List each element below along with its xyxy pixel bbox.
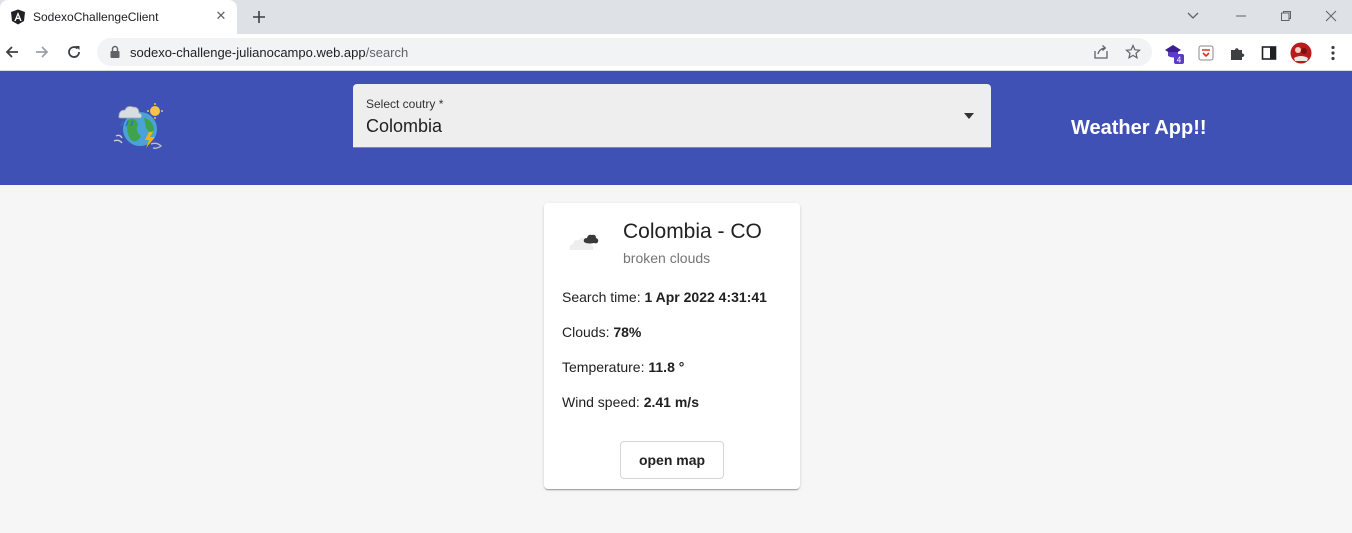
share-icon[interactable] xyxy=(1092,43,1110,61)
app-header: Select coutry * Colombia Weather App!! xyxy=(0,71,1352,185)
profile-avatar-icon[interactable] xyxy=(1290,42,1312,64)
search-time-value: 1 Apr 2022 4:31:41 xyxy=(644,289,767,305)
clouds-value: 78% xyxy=(613,324,642,340)
tab-search-icon[interactable] xyxy=(1183,6,1203,26)
restore-icon[interactable] xyxy=(1276,6,1296,26)
url-text: sodexo-challenge-julianocampo.web.app/se… xyxy=(130,45,409,60)
wind-speed-label: Wind speed: xyxy=(562,394,640,410)
lock-icon[interactable] xyxy=(109,45,121,59)
open-map-button[interactable]: open map xyxy=(620,441,724,479)
weather-card: Colombia - CO broken clouds Search time:… xyxy=(544,203,800,489)
new-tab-icon[interactable] xyxy=(249,7,269,27)
address-bar[interactable]: sodexo-challenge-julianocampo.web.app/se… xyxy=(97,38,1152,66)
forward-icon[interactable] xyxy=(32,42,52,62)
minimize-icon[interactable] xyxy=(1231,6,1251,26)
reload-icon[interactable] xyxy=(64,42,84,62)
angular-favicon-icon xyxy=(11,9,25,25)
broken-clouds-icon xyxy=(569,234,599,250)
window-close-icon[interactable] xyxy=(1321,6,1341,26)
wind-speed-value: 2.41 m/s xyxy=(643,394,699,410)
browser-toolbar: sodexo-challenge-julianocampo.web.app/se… xyxy=(0,34,1352,71)
extension-badge: 4 xyxy=(1177,56,1182,65)
search-time-label: Search time: xyxy=(562,289,641,305)
puzzle-icon[interactable] xyxy=(1226,42,1248,64)
search-time-row: Search time: 1 Apr 2022 4:31:41 xyxy=(562,289,767,305)
kebab-menu-icon[interactable] xyxy=(1322,42,1344,64)
dropdown-arrow-icon[interactable] xyxy=(963,112,975,120)
pdf-extension-icon[interactable] xyxy=(1195,42,1217,64)
browser-tab[interactable]: SodexoChallengeClient ✕ xyxy=(0,0,237,34)
card-subtitle: broken clouds xyxy=(623,250,711,266)
app-title: Weather App!! xyxy=(1071,117,1207,139)
weather-logo-icon xyxy=(113,103,163,149)
card-title: Colombia - CO xyxy=(623,220,762,243)
clouds-label: Clouds: xyxy=(562,324,610,340)
temperature-row: Temperature: 11.8 ° xyxy=(562,359,684,375)
temperature-label: Temperature: xyxy=(562,359,645,375)
close-icon[interactable]: ✕ xyxy=(213,8,229,24)
wind-speed-row: Wind speed: 2.41 m/s xyxy=(562,394,699,410)
side-panel-icon[interactable] xyxy=(1258,42,1280,64)
country-select-label: Select coutry * xyxy=(366,97,444,111)
tab-strip: SodexoChallengeClient ✕ xyxy=(0,0,1352,34)
clouds-row: Clouds: 78% xyxy=(562,324,641,340)
country-select-value: Colombia xyxy=(366,116,443,136)
country-select[interactable]: Select coutry * Colombia xyxy=(353,84,991,148)
tab-title: SodexoChallengeClient xyxy=(33,10,159,24)
temperature-value: 11.8 ° xyxy=(648,359,685,375)
back-icon[interactable] xyxy=(2,42,22,62)
extension-icon[interactable]: 4 xyxy=(1163,42,1185,64)
bookmark-star-icon[interactable] xyxy=(1124,43,1142,61)
